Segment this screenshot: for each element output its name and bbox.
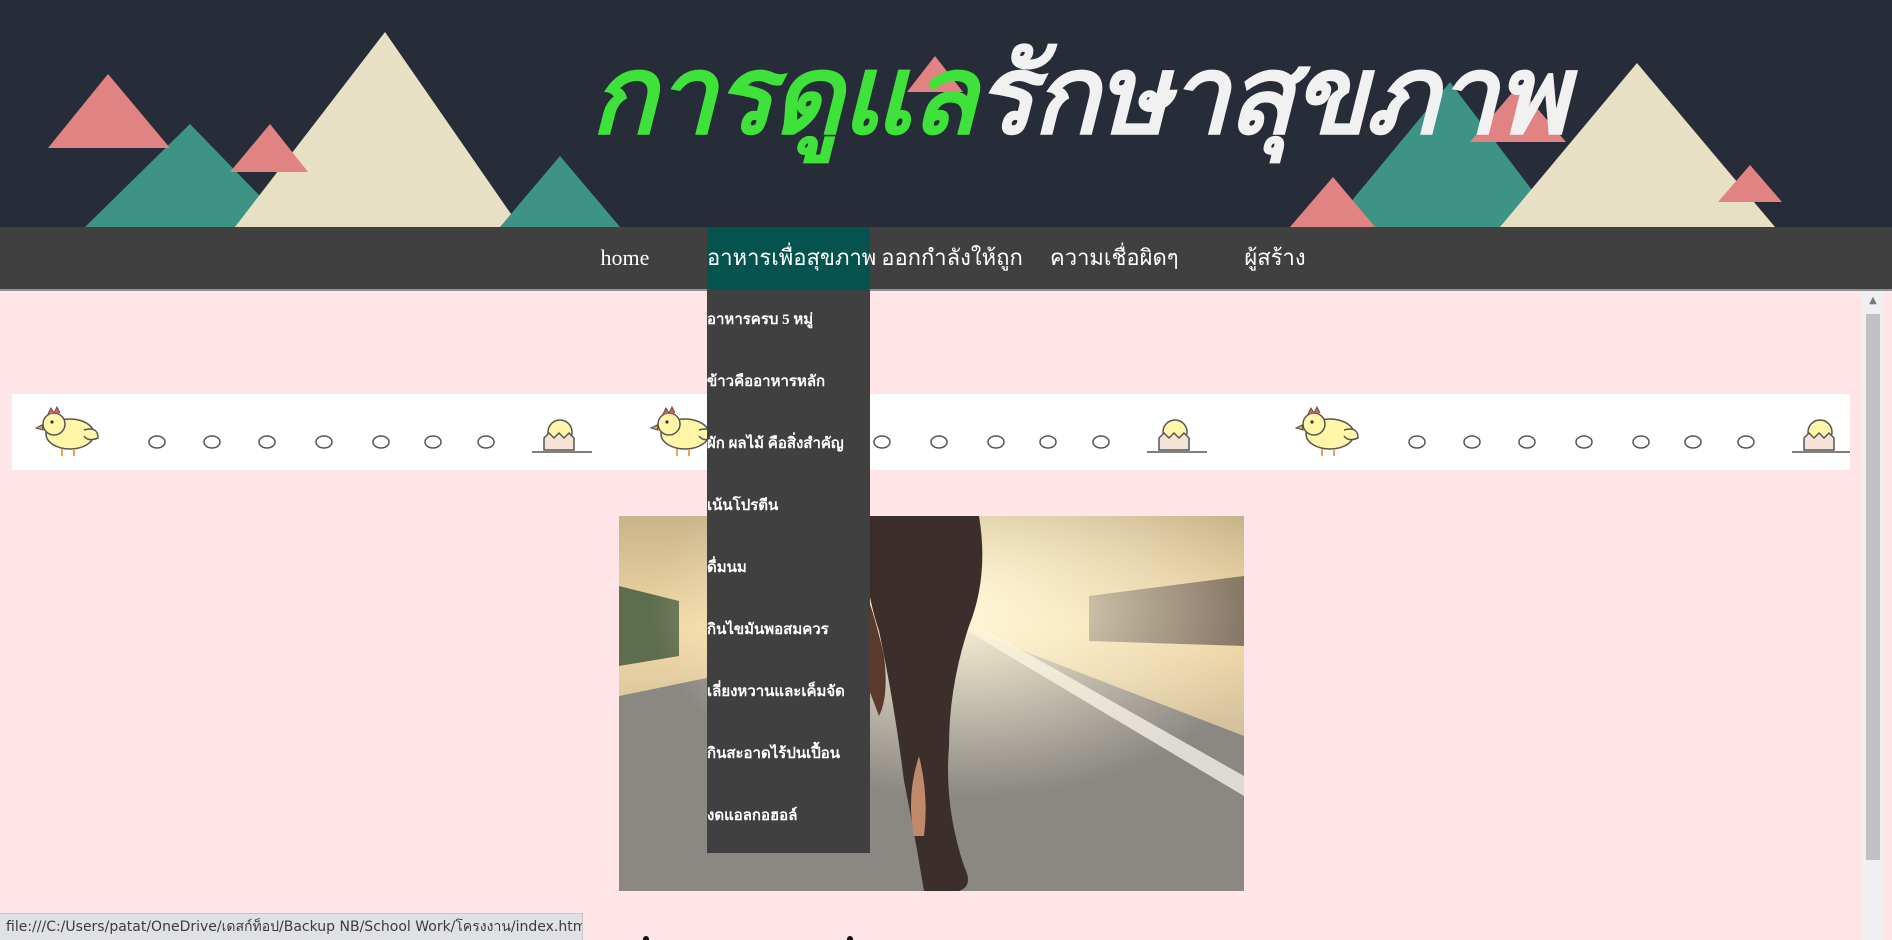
nav-item-healthy-food[interactable]: อาหารเพื่อสุขภาพ [707, 227, 876, 289]
site-title-white: รักษาสุขภาพ [975, 31, 1568, 159]
nav-item-creator[interactable]: ผู้สร้าง [1244, 227, 1306, 289]
dropdown-item-clean-food[interactable]: กินสะอาดไร้ปนเปื้อน [707, 723, 870, 785]
nav-item-home[interactable]: home [593, 227, 657, 289]
dropdown-item-no-alcohol[interactable]: งดแอลกอฮอล์ [707, 785, 870, 847]
scrollbar-thumb[interactable] [1866, 314, 1880, 860]
site-title: การดูแลรักษาสุขภาพ [590, 40, 1568, 200]
main-nav: home อาหารเพื่อสุขภาพ ออกกำลังให้ถูก ควา… [0, 227, 1892, 291]
cutoff-heading [640, 925, 880, 940]
browser-status-bar: file:///C:/Users/patat/OneDrive/เดสก์ท็อ… [0, 913, 583, 940]
dropdown-item-milk[interactable]: ดื่มนม [707, 537, 870, 599]
nav-item-exercise[interactable]: ออกกำลังให้ถูก [880, 227, 1024, 289]
dropdown-item-avoid-sweet-salty[interactable]: เลี่ยงหวานและเค็มจัด [707, 661, 870, 723]
dropdown-item-five-food-groups[interactable]: อาหารครบ 5 หมู่ [707, 289, 870, 351]
vertical-scrollbar[interactable]: ▲ [1862, 292, 1884, 940]
scroll-up-arrow-icon[interactable]: ▲ [1862, 292, 1884, 310]
dropdown-item-vegetables-fruits[interactable]: ผัก ผลไม้ คือสิ่งสำคัญ [707, 413, 870, 475]
dropdown-item-fats[interactable]: กินไขมันพอสมควร [707, 599, 870, 661]
nav-item-misconceptions[interactable]: ความเชื่อผิดๆ [1050, 227, 1179, 289]
dropdown-item-protein[interactable]: เน้นโปรตีน [707, 475, 870, 537]
site-title-green: การดูแล [590, 31, 977, 159]
header-banner: การดูแลรักษาสุขภาพ [0, 0, 1892, 227]
chicken-egg-banner [12, 394, 1853, 470]
chicken-egg-decoration [34, 405, 1853, 457]
healthy-food-dropdown: อาหารครบ 5 หมู่ ข้าวคืออาหารหลัก ผัก ผลไ… [707, 289, 870, 853]
dropdown-item-rice[interactable]: ข้าวคืออาหารหลัก [707, 351, 870, 413]
